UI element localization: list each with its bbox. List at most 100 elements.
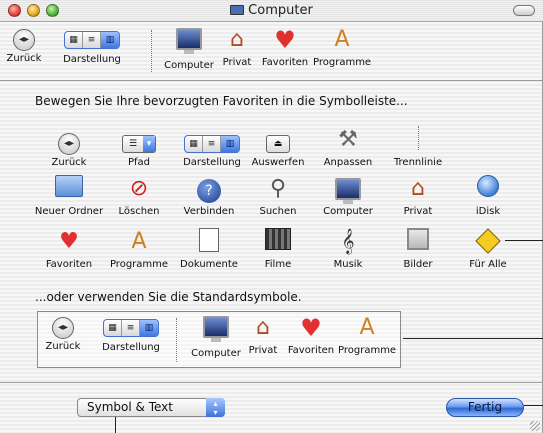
- heart-icon: ♥: [59, 229, 79, 254]
- palette-item-connect[interactable]: ? Verbinden: [174, 175, 244, 217]
- toolbar-favorites-button[interactable]: ♥ Favoriten: [258, 28, 312, 68]
- back-arrow-icon: ◂▸: [52, 317, 74, 339]
- show-mode-select[interactable]: Symbol & Text ▴ ▾: [77, 398, 225, 417]
- back-arrow-icon: ◂▸: [58, 133, 80, 155]
- palette-item-favorites[interactable]: ♥ Favoriten: [34, 228, 104, 270]
- palette-item-label: Zurück: [51, 157, 87, 168]
- documents-icon: [199, 228, 219, 252]
- view-mode-icon: ▦ ≡ ▥: [103, 319, 159, 337]
- palette-item-label: Filme: [264, 259, 292, 270]
- palette-item-search[interactable]: ⚲ Suchen: [243, 175, 313, 217]
- default-separator: [176, 318, 177, 362]
- applications-icon: A: [359, 315, 375, 340]
- palette-item-label: Neuer Ordner: [34, 206, 104, 217]
- footer-divider: [0, 382, 543, 383]
- default-set-box[interactable]: ◂▸ Zurück ▦ ≡ ▥ Darstellung Computer ⌂ Pri…: [37, 311, 401, 368]
- palette-item-computer[interactable]: Computer: [313, 175, 383, 217]
- toolbar-computer-label: Computer: [164, 60, 214, 71]
- toolbar-view-label: Darstellung: [63, 54, 121, 65]
- palette-item-label: Musik: [333, 259, 363, 270]
- palette-item-pictures[interactable]: Bilder: [383, 228, 453, 270]
- heart-icon: ♥: [274, 26, 296, 54]
- view-mode-icon: ▦ ≡ ▥: [184, 135, 240, 153]
- computer-icon: [335, 178, 361, 204]
- palette-item-label: Darstellung: [183, 157, 241, 168]
- toolbar-toggle-button[interactable]: [513, 5, 535, 16]
- palette-item-new-folder[interactable]: Neuer Ordner: [34, 175, 104, 217]
- default-view-item: ▦ ≡ ▥ Darstellung: [85, 319, 177, 353]
- computer-icon: [230, 5, 245, 15]
- palette-item-view[interactable]: ▦ ≡ ▥ Darstellung: [174, 126, 250, 168]
- default-computer-item: Computer: [188, 316, 244, 359]
- toolbar-view-button[interactable]: ▦ ≡ ▥ Darstellung: [46, 31, 138, 65]
- toolbar-applications-button[interactable]: A Programme: [313, 27, 371, 69]
- toolbar-back-label: Zurück: [6, 53, 42, 64]
- palette-item-documents[interactable]: Dokumente: [174, 228, 244, 270]
- palette-item-label: Computer: [323, 206, 373, 217]
- default-item-label: Privat: [248, 345, 278, 356]
- default-item-label: Computer: [191, 348, 241, 359]
- palette-item-shared[interactable]: Für Alle: [453, 228, 523, 270]
- new-folder-icon: [55, 175, 83, 197]
- home-icon: ⌂: [411, 176, 425, 201]
- palette-item-label: Trennlinie: [393, 157, 443, 168]
- finder-window: Computer ◂▸ Zurück ▦ ≡ ▥ Darstellung Compu…: [0, 0, 543, 433]
- palette-item-label: Programme: [109, 259, 169, 270]
- palette-item-idisk[interactable]: iDisk: [453, 175, 523, 217]
- applications-icon: A: [334, 27, 350, 52]
- toolbar-back-button[interactable]: ◂▸ Zurück: [6, 29, 42, 64]
- palette-item-applications[interactable]: A Programme: [104, 228, 174, 270]
- palette-item-label: Suchen: [259, 206, 297, 217]
- computer-icon: [203, 316, 229, 342]
- delete-icon: ⊘: [129, 176, 149, 201]
- default-applications-item: A Programme: [338, 315, 396, 357]
- computer-icon: [176, 28, 202, 54]
- idisk-icon: [477, 175, 499, 197]
- callout-line-default-set: [403, 338, 543, 339]
- palette-item-music[interactable]: 𝄞 Musik: [313, 228, 383, 270]
- eject-icon: ⏏: [266, 135, 290, 153]
- callout-line-done: [524, 405, 543, 406]
- callout-line-select: [115, 417, 116, 433]
- palette-item-separator[interactable]: Trennlinie: [383, 126, 453, 168]
- palette-item-eject[interactable]: ⏏ Auswerfen: [243, 126, 313, 168]
- palette-item-customize[interactable]: ⚒ Anpassen: [313, 126, 383, 168]
- default-item-label: Favoriten: [287, 345, 335, 356]
- palette-item-home[interactable]: ⌂ Privat: [383, 175, 453, 217]
- palette-item-path[interactable]: ☰ ▾ Pfad: [104, 126, 174, 168]
- toolbar-computer-button[interactable]: Computer: [161, 28, 217, 71]
- callout-line-palette: [505, 240, 543, 241]
- done-button[interactable]: Fertig: [446, 398, 524, 417]
- default-set-text: ...oder verwenden Sie die Standardsymbol…: [35, 290, 302, 304]
- connect-icon: ?: [197, 179, 221, 203]
- palette-item-label: Privat: [403, 206, 433, 217]
- popup-arrows-icon: ▴ ▾: [206, 398, 225, 417]
- search-icon: ⚲: [269, 176, 287, 201]
- toolbar-home-label: Privat: [222, 57, 252, 68]
- palette-item-back[interactable]: ◂▸ Zurück: [34, 126, 104, 168]
- default-home-item: ⌂ Privat: [244, 315, 282, 357]
- movies-icon: [265, 228, 291, 250]
- palette-item-label: Favoriten: [45, 259, 93, 270]
- palette-item-label: Dokumente: [180, 259, 238, 270]
- palette-item-label: Anpassen: [323, 157, 373, 168]
- path-popup-icon: ☰ ▾: [122, 135, 156, 153]
- music-icon: 𝄞: [341, 229, 355, 254]
- palette-item-label: Für Alle: [469, 259, 507, 270]
- palette-item-delete[interactable]: ⊘ Löschen: [104, 175, 174, 217]
- pictures-icon: [407, 228, 429, 250]
- heart-icon: ♥: [300, 314, 322, 342]
- toolbar-separator: [151, 30, 152, 72]
- home-icon: ⌂: [230, 27, 244, 52]
- default-back-item: ◂▸ Zurück: [45, 317, 81, 352]
- toolbar-favorites-label: Favoriten: [261, 57, 309, 68]
- shared-icon: [475, 228, 501, 254]
- resize-grip-icon[interactable]: [530, 421, 540, 431]
- palette-item-label: Verbinden: [183, 206, 235, 217]
- palette-item-movies[interactable]: Filme: [243, 228, 313, 270]
- applications-icon: A: [131, 229, 147, 254]
- customize-tools-icon: ⚒: [338, 127, 358, 152]
- home-icon: ⌂: [256, 315, 270, 340]
- toolbar-home-button[interactable]: ⌂ Privat: [218, 27, 256, 69]
- title-bar[interactable]: Computer: [0, 0, 543, 22]
